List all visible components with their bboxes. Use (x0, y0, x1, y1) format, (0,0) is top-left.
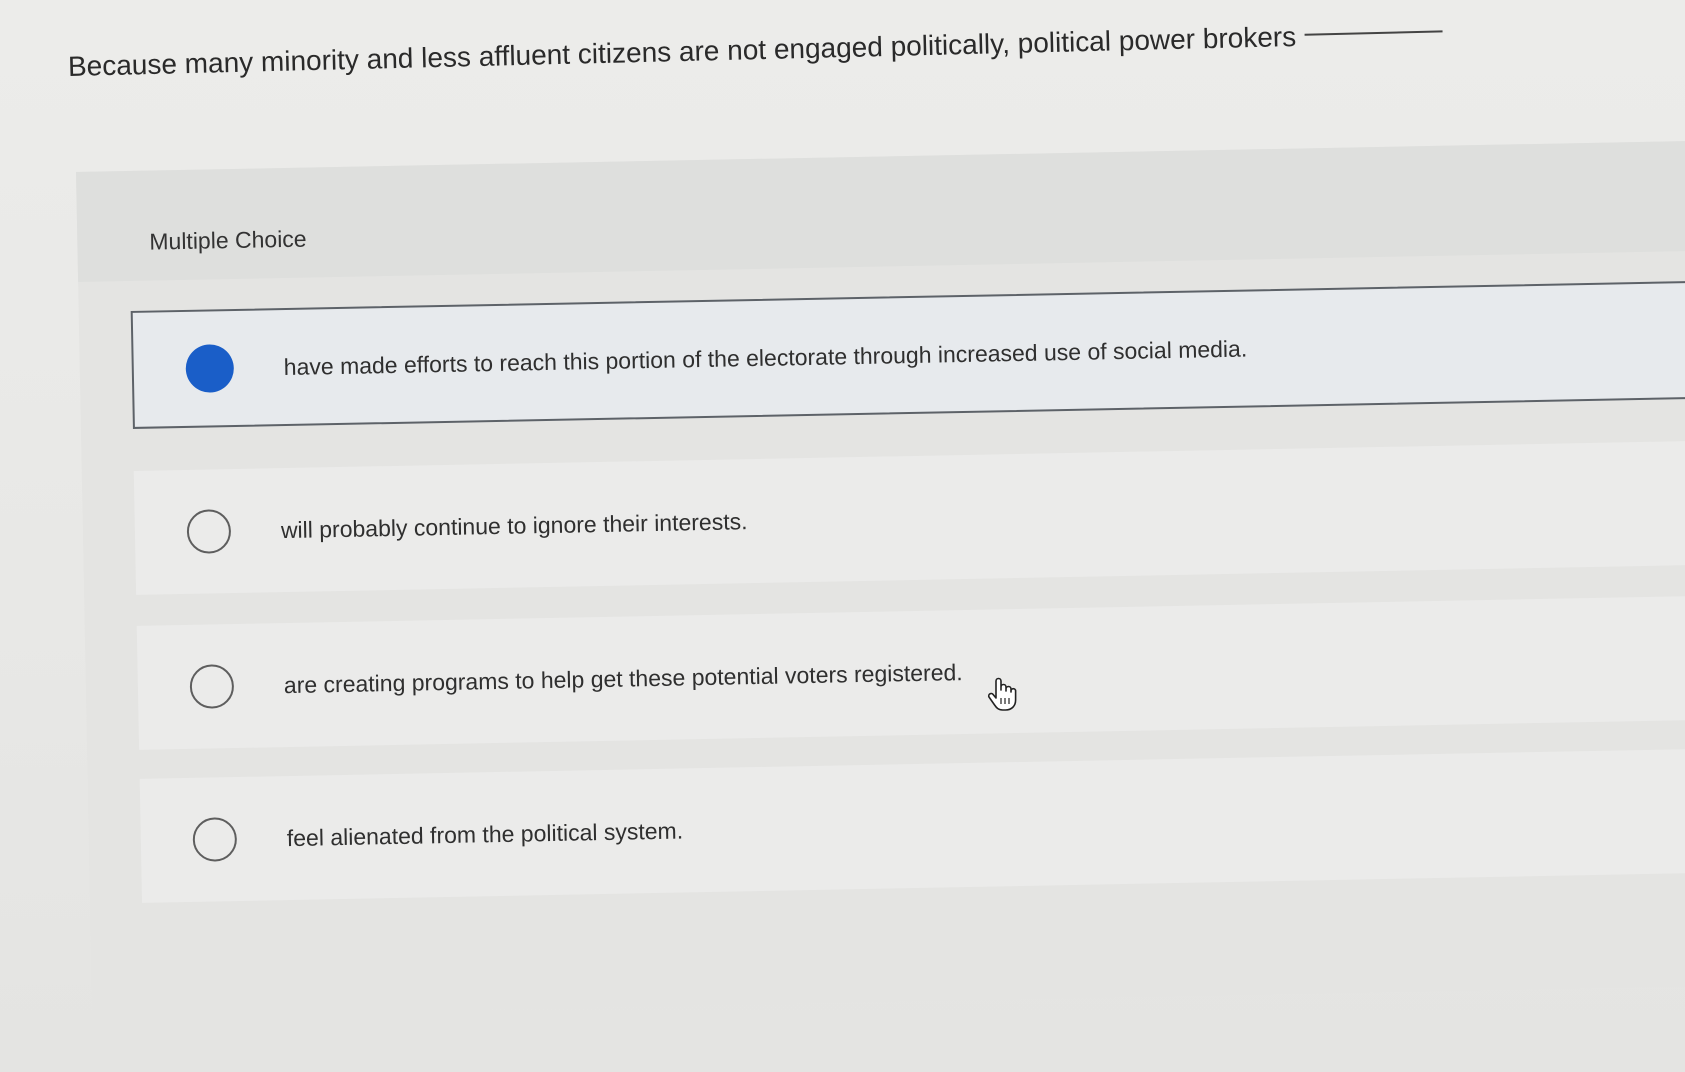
radio-unselected-icon[interactable] (192, 817, 238, 862)
radio-selected-icon[interactable] (185, 344, 235, 393)
answer-panel: Multiple Choice have made efforts to rea… (76, 140, 1685, 1017)
panel-header: Multiple Choice (76, 140, 1685, 282)
answer-blank (1304, 30, 1443, 36)
option-1[interactable]: have made efforts to reach this portion … (130, 281, 1685, 429)
option-3-label: are creating programs to help get these … (283, 658, 963, 698)
quiz-page: Because many minority and less affluent … (0, 0, 1685, 1072)
option-3[interactable]: are creating programs to help get these … (136, 595, 1685, 750)
hand-pointer-icon (987, 677, 1017, 711)
question-text: Because many minority and less affluent … (67, 20, 1297, 82)
radio-unselected-icon[interactable] (186, 509, 232, 554)
option-2-label: will probably continue to ignore their i… (280, 507, 748, 543)
question-type-label: Multiple Choice (149, 225, 307, 255)
option-2[interactable]: will probably continue to ignore their i… (133, 440, 1685, 595)
option-4[interactable]: feel alienated from the political system… (139, 748, 1685, 903)
question-prompt: Because many minority and less affluent … (68, 14, 1449, 86)
option-1-label: have made efforts to reach this portion … (283, 335, 1248, 380)
radio-unselected-icon[interactable] (189, 664, 235, 709)
option-4-label: feel alienated from the political system… (286, 816, 684, 851)
